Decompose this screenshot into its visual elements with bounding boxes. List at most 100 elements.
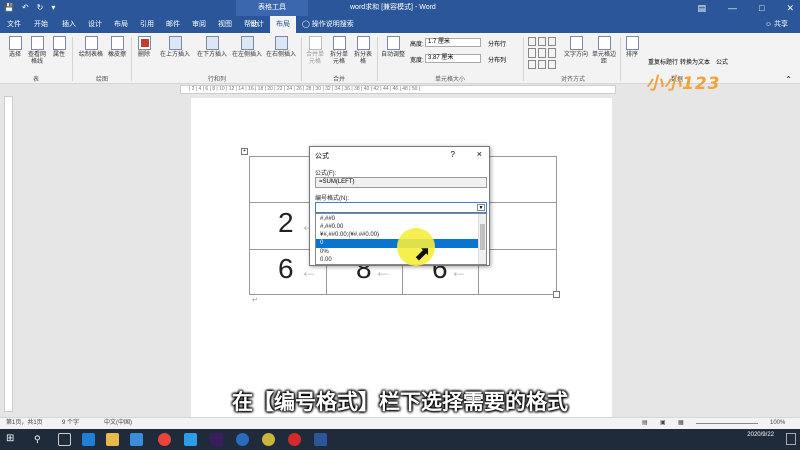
maximize-icon[interactable]: □ <box>759 0 764 16</box>
align-cell-icon[interactable] <box>548 59 556 69</box>
chevron-down-icon[interactable]: ▼ <box>477 204 485 211</box>
chrome-icon[interactable] <box>158 433 171 446</box>
app-icon[interactable] <box>262 433 275 446</box>
autofit-button[interactable]: 自动调整 <box>380 36 406 59</box>
merge-cells-button[interactable]: 合并单元格 <box>304 36 326 66</box>
task-view-icon[interactable] <box>58 433 71 446</box>
share-button[interactable]: ☺ 共享 <box>765 16 788 33</box>
close-button[interactable]: × <box>477 149 482 159</box>
align-cell-icon[interactable] <box>548 48 556 58</box>
properties-button[interactable]: 属性 <box>50 36 68 59</box>
close-icon[interactable]: ✕ <box>786 0 794 16</box>
table-resize-handle[interactable] <box>553 291 560 298</box>
height-input[interactable]: 1.7 厘米 <box>425 38 481 47</box>
store-icon[interactable] <box>130 433 143 446</box>
align-cell-icon[interactable] <box>548 37 556 47</box>
tab-mailings[interactable]: 邮件 <box>160 16 186 33</box>
table-cell-value[interactable]: 6 <box>278 253 294 285</box>
search-icon[interactable]: ⚲ <box>34 434 41 445</box>
tab-review[interactable]: 审阅 <box>186 16 212 33</box>
distribute-rows-button[interactable]: 分布行 <box>488 39 506 48</box>
edge-icon[interactable] <box>82 433 95 446</box>
formula-input[interactable]: =SUM(LEFT) <box>315 177 487 188</box>
align-cell-icon[interactable] <box>528 48 536 58</box>
undo-icon[interactable]: ↶ <box>22 3 29 12</box>
insert-below-button[interactable]: 在下方插入 <box>194 36 230 59</box>
scrollbar-thumb[interactable] <box>480 224 485 250</box>
zoom-slider[interactable] <box>696 423 758 424</box>
tab-design[interactable]: 设计 <box>82 16 108 33</box>
collapse-ribbon-icon[interactable]: ⌃ <box>785 75 792 84</box>
tell-me-search[interactable]: ◯ 操作说明搜索 <box>302 16 354 33</box>
formula-button[interactable]: 公式 <box>716 57 728 66</box>
vertical-ruler <box>4 96 13 412</box>
windows-start-icon[interactable]: ⊞ <box>6 433 14 444</box>
cell-margins-button[interactable]: 单元格边距 <box>590 36 618 66</box>
text-direction-icon <box>569 36 583 50</box>
language[interactable]: 中文(中国) <box>104 418 132 429</box>
align-cell-icon[interactable] <box>538 48 546 58</box>
align-cell-icon[interactable] <box>538 59 546 69</box>
format-option[interactable]: 0.00 <box>316 256 479 264</box>
tab-home[interactable]: 开始 <box>28 16 54 33</box>
eraser-button[interactable]: 橡皮擦 <box>106 36 128 59</box>
insert-right-button[interactable]: 在右侧插入 <box>263 36 299 59</box>
app-icon[interactable] <box>236 433 249 446</box>
customize-qat-icon[interactable]: ▾ <box>51 3 55 12</box>
system-clock[interactable]: 2020/9/22 <box>747 431 774 439</box>
draw-table-button[interactable]: 绘制表格 <box>76 36 106 59</box>
tab-view[interactable]: 视图 <box>212 16 238 33</box>
web-layout-icon[interactable]: ▦ <box>678 418 684 429</box>
document-title: word求和 [兼容模式] - Word <box>350 4 436 11</box>
tab-file[interactable]: 文件 <box>2 16 26 33</box>
tab-references[interactable]: 引用 <box>134 16 160 33</box>
insert-right-icon <box>274 36 288 50</box>
sort-button[interactable]: 排序 <box>622 36 642 59</box>
split-cells-button[interactable]: 拆分单元格 <box>328 36 350 66</box>
watermark-logo: 小小123 <box>646 74 721 94</box>
read-mode-icon[interactable]: ▤ <box>642 418 648 429</box>
list-scrollbar[interactable] <box>478 214 486 264</box>
convert-to-text-button[interactable]: 转换为文本 <box>680 57 710 66</box>
tab-layout[interactable]: 布局 <box>108 16 134 33</box>
word-count[interactable]: 9 个字 <box>62 418 79 429</box>
file-explorer-icon[interactable] <box>106 433 119 446</box>
align-cell-icon[interactable] <box>528 59 536 69</box>
width-input[interactable]: 3.87 厘米 <box>425 54 481 63</box>
redo-icon[interactable]: ↻ <box>37 3 44 12</box>
word-icon[interactable] <box>314 433 327 446</box>
split-table-button[interactable]: 拆分表格 <box>352 36 374 66</box>
align-cell-icon[interactable] <box>528 37 536 47</box>
zoom-level[interactable]: 100% <box>770 418 785 429</box>
table-cell-value[interactable]: 2 <box>278 207 294 239</box>
recorder-icon[interactable] <box>288 433 301 446</box>
select-button[interactable]: 选择 <box>4 36 26 59</box>
ribbon-display-icon[interactable]: ▤ <box>698 0 707 16</box>
minimize-icon[interactable]: — <box>728 0 737 16</box>
insert-left-button[interactable]: 在左侧插入 <box>229 36 265 59</box>
ribbon-tabs: 文件 开始 插入 设计 布局 引用 邮件 审阅 视图 帮助 设计 布局 ◯ 操作… <box>0 16 800 33</box>
view-gridlines-button[interactable]: 查看网格线 <box>26 36 48 66</box>
tab-insert[interactable]: 插入 <box>56 16 82 33</box>
align-cell-icon[interactable] <box>538 37 546 47</box>
notifications-icon[interactable] <box>786 433 796 445</box>
page-count[interactable]: 第1页，共1页 <box>6 418 43 429</box>
save-icon[interactable]: 💾 <box>4 3 14 12</box>
autofit-icon <box>386 36 400 50</box>
distribute-columns-button[interactable]: 分布列 <box>488 55 506 64</box>
insert-above-button[interactable]: 在上方插入 <box>157 36 193 59</box>
tab-table-design[interactable]: 设计 <box>244 16 270 33</box>
repeat-header-button[interactable]: 重复标题行 <box>648 57 678 66</box>
gridlines-icon <box>30 36 44 50</box>
number-format-combobox[interactable]: ▼ <box>315 202 487 213</box>
premiere-icon[interactable] <box>210 433 223 446</box>
table-move-handle[interactable]: + <box>241 148 248 155</box>
delete-label: 删除 <box>137 52 150 58</box>
text-direction-button[interactable]: 文字方向 <box>562 36 590 59</box>
photoshop-icon[interactable] <box>184 433 197 446</box>
delete-button[interactable]: 删除 <box>134 36 154 59</box>
help-button[interactable]: ? <box>451 150 455 159</box>
tab-table-layout[interactable]: 布局 <box>270 16 296 33</box>
ribbon-separator <box>72 37 73 81</box>
print-layout-icon[interactable]: ▣ <box>660 418 666 429</box>
